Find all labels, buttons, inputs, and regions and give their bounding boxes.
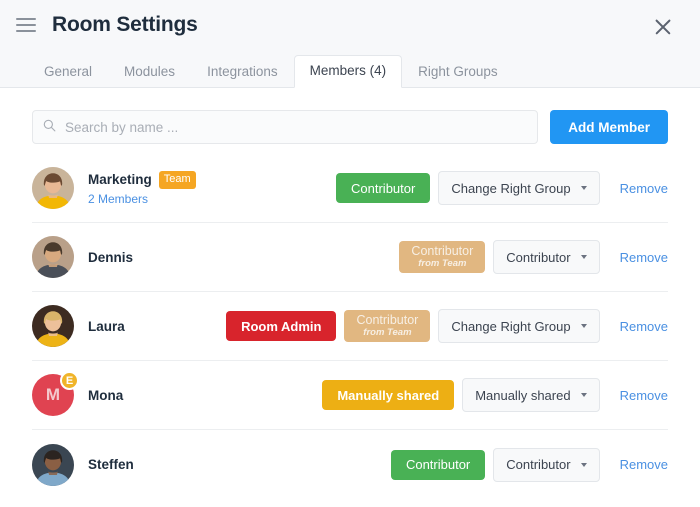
member-row: Dennis Contributor from Team Contributor Rem… (32, 223, 668, 292)
hamburger-icon[interactable] (16, 18, 36, 32)
avatar (32, 305, 74, 347)
avatar-photo (32, 443, 74, 486)
chevron-down-icon (580, 255, 587, 259)
role-pill-label: Contributor (411, 243, 474, 258)
right-group-dropdown[interactable]: Contributor (493, 447, 600, 482)
avatar-photo (32, 167, 74, 209)
role-pill[interactable]: Room Admin (226, 311, 337, 341)
role-pill[interactable]: Contributor (336, 173, 431, 203)
member-row: Steffen Contributor Contributor Remove (32, 430, 668, 499)
role-pill[interactable]: Manually shared (322, 380, 455, 410)
right-group-dropdown-label: Manually shared (475, 387, 571, 403)
member-name-line: Dennis (88, 250, 399, 265)
avatar (32, 167, 74, 209)
chevron-down-icon (580, 186, 587, 190)
remove-member-link[interactable]: Remove (620, 457, 668, 472)
member-info: Dennis (88, 250, 399, 265)
member-count-link[interactable]: 2 Members (88, 192, 336, 206)
tab-modules[interactable]: Modules (108, 56, 191, 89)
right-group-dropdown-label: Contributor (506, 457, 571, 472)
member-name: Steffen (88, 457, 134, 472)
right-group-dropdown-label: Change Right Group (451, 318, 571, 334)
members-toolbar: Add Member (0, 88, 700, 144)
role-pill-source: from Team (363, 327, 412, 339)
tab-general[interactable]: General (28, 56, 108, 89)
member-name: Dennis (88, 249, 134, 265)
member-actions: Manually shared Manually shared Remove (322, 378, 668, 412)
remove-member-link[interactable]: Remove (620, 181, 668, 196)
avatar: ME (32, 371, 79, 416)
member-info: Mona (88, 388, 322, 403)
dialog-header: Room Settings (0, 0, 700, 50)
avatar (32, 443, 74, 486)
avatar-photo (32, 305, 74, 347)
right-group-dropdown-label: Contributor (506, 249, 571, 265)
member-list: Marketing Team 2 Members Contributor Change … (0, 144, 700, 499)
member-info: Steffen (88, 457, 391, 472)
role-pill-label: Contributor (356, 312, 419, 327)
member-name-line: Steffen (88, 457, 391, 472)
room-settings-dialog: Room Settings General Modules Integrations… (0, 0, 700, 507)
avatar-external-badge: E (60, 371, 79, 390)
member-row: M E Mona Manually shared Manually shared Remo… (32, 361, 668, 430)
tab-members-4[interactable]: Members (4) (293, 54, 403, 88)
chevron-down-icon (580, 324, 587, 328)
member-actions: Contributor Contributor Remove (390, 447, 668, 482)
role-pill[interactable]: Contributor (390, 449, 486, 480)
member-name-line: Mona (88, 388, 322, 403)
close-icon[interactable] (652, 16, 674, 38)
tab-integrations[interactable]: Integrations (191, 56, 294, 89)
role-pill: Contributor from Team (399, 241, 486, 273)
right-group-dropdown-label: Change Right Group (451, 180, 571, 196)
remove-member-link[interactable]: Remove (620, 319, 668, 334)
role-pill: Contributor from Team (344, 310, 431, 342)
chevron-down-icon (580, 393, 587, 397)
member-name-line: Marketing Team (88, 170, 336, 189)
member-name: Laura (88, 318, 125, 334)
chevron-down-icon (580, 462, 587, 467)
search-input[interactable] (32, 110, 539, 144)
member-row: Laura Room Admin Contributor from Team Chang… (32, 292, 668, 361)
member-actions: Room Admin Contributor from Team Change Rig… (226, 309, 668, 343)
search-field-wrap (32, 110, 539, 144)
right-group-dropdown[interactable]: Change Right Group (438, 171, 600, 205)
member-name: Mona (88, 387, 124, 403)
right-group-dropdown[interactable]: Contributor (493, 240, 600, 274)
remove-member-link[interactable]: Remove (620, 250, 668, 265)
right-group-dropdown[interactable]: Manually shared (462, 378, 600, 412)
member-name: Marketing (88, 172, 152, 187)
tab-bar: General Modules Integrations Members (4) Rig… (0, 50, 700, 88)
right-group-dropdown[interactable]: Change Right Group (438, 309, 600, 343)
member-row: Marketing Team 2 Members Contributor Change … (32, 154, 668, 223)
member-info: Laura (88, 319, 226, 334)
member-actions: Contributor Change Right Group Remove (336, 171, 668, 205)
team-badge: Team (158, 170, 196, 189)
avatar-photo (32, 236, 74, 278)
tab-right-groups[interactable]: Right Groups (402, 56, 514, 89)
member-name-line: Laura (88, 319, 226, 334)
remove-member-link[interactable]: Remove (620, 388, 668, 403)
page-title: Room Settings (52, 13, 198, 36)
add-member-button[interactable]: Add Member (550, 110, 668, 144)
member-info: Marketing Team 2 Members (88, 170, 336, 206)
avatar (32, 236, 74, 278)
member-actions: Contributor from Team Contributor Remove (399, 240, 668, 274)
role-pill-source: from Team (418, 258, 467, 270)
